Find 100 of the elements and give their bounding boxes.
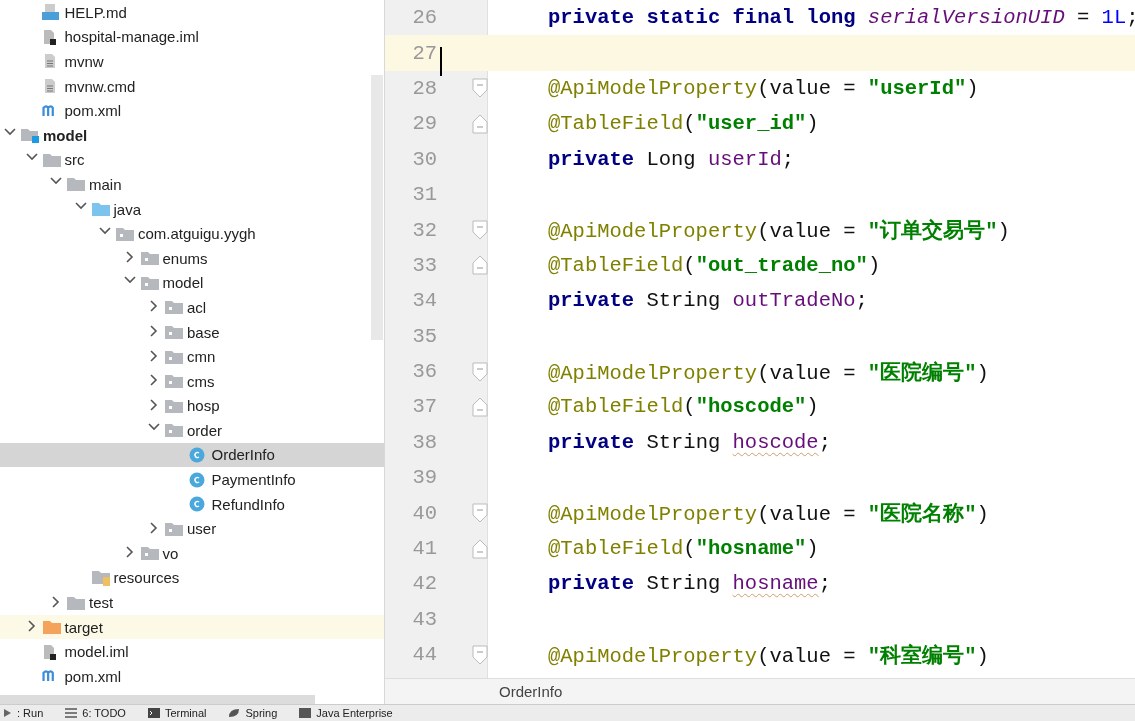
line-number: 27	[411, 41, 437, 65]
line-number: 35	[411, 324, 437, 348]
tree-item[interactable]: mvnw.cmd	[0, 73, 384, 99]
chevron-down-icon[interactable]	[74, 202, 87, 211]
package-icon	[139, 250, 160, 267]
tree-item[interactable]: com.atguigu.yygh	[0, 221, 384, 246]
tree-item[interactable]: pom.xml	[0, 98, 384, 123]
line-number: 42	[411, 572, 437, 596]
chevron-down-icon[interactable]	[99, 226, 111, 235]
chevron-down-icon[interactable]	[50, 177, 62, 186]
line-number: 26	[411, 6, 437, 30]
fold-start-icon[interactable]	[472, 361, 488, 382]
tree-item[interactable]: model.iml	[0, 639, 384, 665]
line-number: 39	[411, 466, 437, 490]
code-line: private Long userId;	[547, 147, 795, 171]
fold-start-icon[interactable]	[472, 220, 488, 241]
code-line: private String outTradeNo;	[547, 289, 868, 313]
chevron-right-icon[interactable]	[52, 595, 60, 608]
tree-item[interactable]: model	[0, 270, 384, 296]
tool-window-button[interactable]: Terminal	[147, 707, 207, 719]
line-number: 41	[411, 537, 437, 561]
package-icon	[164, 422, 184, 439]
code-line: private String hoscode;	[547, 430, 831, 454]
chevron-down-icon[interactable]	[25, 152, 38, 161]
package-icon	[115, 225, 135, 242]
tree-item[interactable]: src	[0, 147, 384, 173]
chevron-right-icon[interactable]	[150, 300, 158, 313]
code-line: @ApiModelProperty(value = "订单交易号")	[547, 218, 1010, 245]
tree-item[interactable]: OrderInfo	[0, 442, 384, 468]
folder-icon	[66, 176, 86, 193]
box-icon	[299, 708, 312, 718]
chevron-right-icon[interactable]	[150, 398, 158, 411]
tree-item[interactable]: enums	[0, 245, 384, 271]
chevron-right-icon[interactable]	[150, 325, 158, 337]
run-icon	[2, 708, 12, 718]
breadcrumb[interactable]: OrderInfo	[499, 683, 563, 700]
chevron-right-icon[interactable]	[125, 251, 134, 264]
code-line: @TableField("user_id")	[547, 112, 819, 136]
tree-item[interactable]: acl	[0, 295, 384, 320]
fold-start-icon[interactable]	[472, 503, 488, 524]
chevron-down-icon[interactable]	[4, 128, 16, 137]
code-line: @ApiModelProperty(value = "医院编号")	[547, 360, 989, 386]
code-line: @ApiModelProperty(value = "科室编号")	[547, 643, 989, 669]
chevron-down-icon[interactable]	[123, 275, 136, 284]
package-icon	[139, 274, 160, 291]
line-number: 32	[411, 218, 437, 242]
package-icon	[164, 324, 184, 340]
tree-item[interactable]: PaymentInfo	[0, 467, 384, 492]
tree-item[interactable]: order	[0, 418, 384, 443]
tree-item[interactable]: main	[0, 172, 384, 197]
tool-window-button[interactable]: 6: TODO	[65, 707, 126, 719]
chevron-down-icon[interactable]	[148, 423, 160, 432]
tree-item[interactable]: HELP.md	[0, 0, 384, 25]
scrollbar[interactable]	[0, 695, 315, 704]
markdown-file-icon	[41, 4, 59, 21]
chevron-right-icon[interactable]	[27, 620, 36, 633]
tree-item[interactable]: hospital-manage.iml	[0, 24, 384, 50]
tree-item[interactable]: model	[0, 122, 384, 148]
tree-item[interactable]: cmn	[0, 344, 384, 369]
tool-window-button[interactable]: : Run	[2, 707, 44, 719]
class-icon	[188, 496, 205, 513]
line-number: 30	[411, 147, 437, 171]
tool-window-button[interactable]: Spring	[228, 707, 278, 719]
tree-item[interactable]: user	[0, 516, 384, 542]
fold-start-icon[interactable]	[472, 78, 488, 99]
tree-item[interactable]: java	[0, 196, 384, 222]
chevron-right-icon[interactable]	[150, 374, 158, 387]
tree-item[interactable]: pom.xml	[0, 664, 384, 689]
tree-item[interactable]: RefundInfo	[0, 491, 384, 517]
tree-item[interactable]: test	[0, 590, 384, 615]
code-line: @TableField("hoscode")	[547, 395, 819, 419]
chevron-right-icon[interactable]	[125, 546, 134, 559]
line-number: 31	[411, 183, 437, 207]
tree-item[interactable]: hosp	[0, 393, 384, 419]
line-number: 44	[411, 643, 437, 667]
line-number: 40	[411, 501, 437, 525]
tool-window-button[interactable]: Java Enterprise	[299, 707, 393, 719]
scrollbar[interactable]	[371, 75, 383, 340]
module-file-icon	[41, 28, 58, 45]
tree-item[interactable]: vo	[0, 541, 384, 566]
text-caret	[440, 47, 442, 77]
tree-item[interactable]: base	[0, 319, 384, 345]
line-number: 37	[411, 395, 437, 419]
chevron-right-icon[interactable]	[150, 349, 158, 362]
folder-icon	[41, 151, 62, 168]
line-number: 36	[411, 360, 437, 384]
tree-item[interactable]: target	[0, 614, 384, 640]
fold-start-icon[interactable]	[472, 644, 488, 665]
source-folder-icon	[90, 201, 111, 218]
tree-item[interactable]: mvnw	[0, 49, 384, 74]
tree-item[interactable]: cms	[0, 368, 384, 394]
list-icon	[65, 708, 78, 718]
folder-icon	[66, 594, 86, 611]
code-line: @ApiModelProperty(value = "医院名称")	[547, 501, 989, 528]
line-number: 43	[411, 607, 437, 631]
package-icon	[164, 397, 184, 414]
module-file-icon	[41, 643, 58, 660]
tree-item[interactable]: resources	[0, 565, 384, 591]
line-number: 29	[411, 112, 437, 136]
chevron-right-icon[interactable]	[150, 521, 158, 534]
